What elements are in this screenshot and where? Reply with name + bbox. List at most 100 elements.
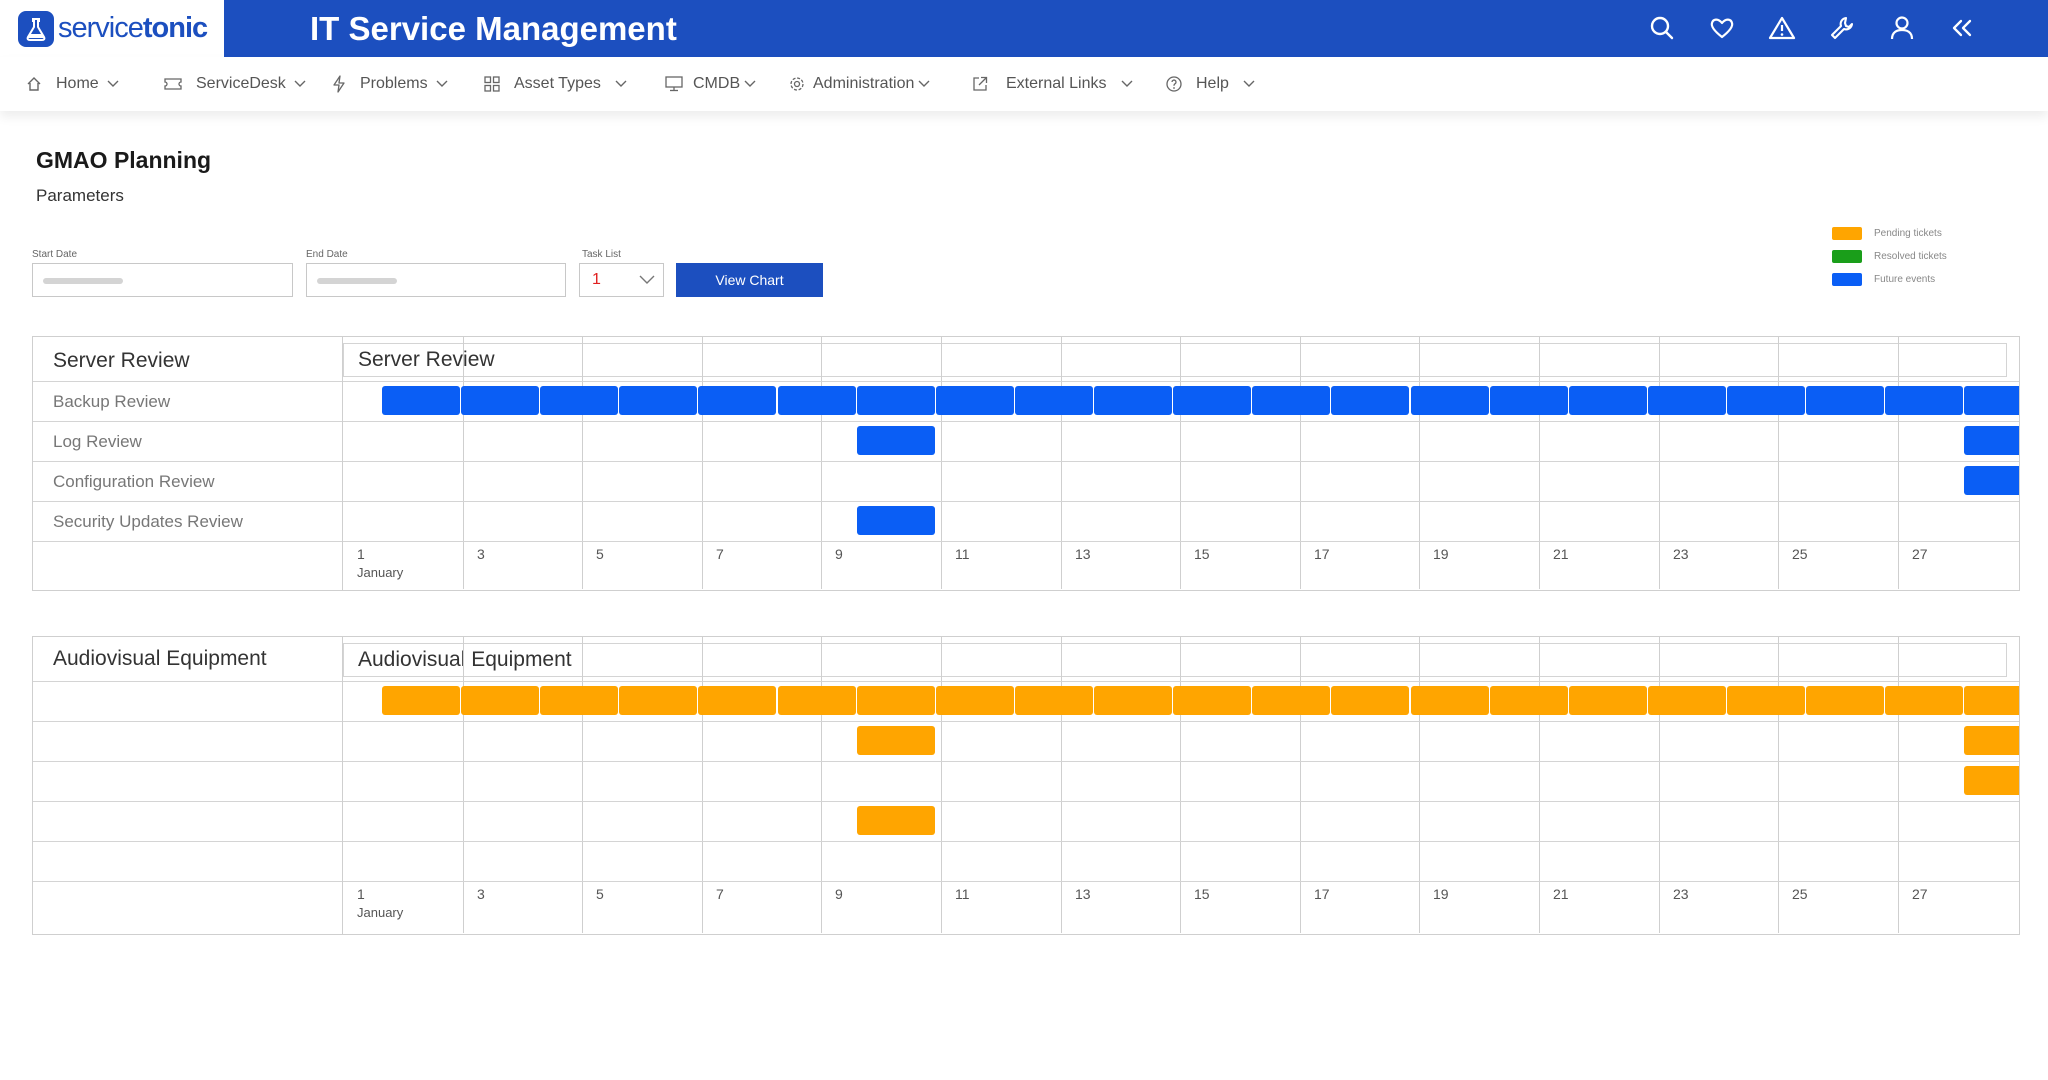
gantt-bar[interactable] <box>1173 386 1251 415</box>
view-chart-button[interactable]: View Chart <box>676 263 823 297</box>
gantt-bar[interactable] <box>382 686 460 715</box>
gantt-bar[interactable] <box>1490 686 1568 715</box>
grid-row-line <box>33 461 342 462</box>
nav-help[interactable]: Help <box>1166 57 1255 111</box>
gantt-timeline: Audiovisual Equipment 1 3 5 7 9 11 13 15 17 19 21 2… <box>343 637 2019 934</box>
gantt-bar[interactable] <box>1252 686 1330 715</box>
gantt-bar[interactable] <box>1727 686 1805 715</box>
start-date-input[interactable] <box>32 263 293 297</box>
gantt-bar[interactable] <box>1964 686 2019 715</box>
gantt-bar[interactable] <box>1569 686 1647 715</box>
legend-item: Pending tickets <box>1832 222 1947 245</box>
gantt-bar[interactable] <box>857 686 935 715</box>
nav-problems[interactable]: Problems <box>332 57 448 111</box>
input-placeholder <box>317 278 397 284</box>
gantt-bar[interactable] <box>1331 386 1409 415</box>
gantt-bar[interactable] <box>1964 726 2019 755</box>
nav-asset-types[interactable]: Asset Types <box>484 57 627 111</box>
brand-logo[interactable]: servicetonic <box>0 0 224 57</box>
nav-external-links-label: External Links <box>1006 75 1107 92</box>
gantt-bar[interactable] <box>540 686 618 715</box>
axis-tick-label: 27 <box>1912 546 1928 562</box>
task-list-select[interactable]: 1 <box>579 263 664 297</box>
grid-column-line <box>1419 337 1420 589</box>
grid-row-line <box>33 501 342 502</box>
nav-servicedesk[interactable]: ServiceDesk <box>164 57 306 111</box>
gantt-bar[interactable] <box>1252 386 1330 415</box>
monitor-icon <box>665 76 683 92</box>
gantt-bar[interactable] <box>540 386 618 415</box>
grid-row-line <box>343 721 2019 722</box>
axis-tick-label: 25 <box>1792 546 1808 562</box>
brand-name: servicetonic <box>58 12 208 44</box>
gantt-bar[interactable] <box>857 806 935 835</box>
grid-row-line <box>343 681 2019 682</box>
gantt-bar[interactable] <box>1806 686 1884 715</box>
gantt-bar[interactable] <box>1964 466 2019 495</box>
gantt-bar[interactable] <box>857 426 935 455</box>
wrench-icon[interactable] <box>1826 12 1858 44</box>
axis-tick-label: 9 <box>835 886 843 902</box>
gantt-bar[interactable] <box>1490 386 1568 415</box>
gantt-bar[interactable] <box>1964 386 2019 415</box>
gantt-bar[interactable] <box>1015 386 1093 415</box>
axis-tick-label: 11 <box>955 546 970 562</box>
gantt-bar[interactable] <box>857 726 935 755</box>
gantt-bar[interactable] <box>1727 386 1805 415</box>
gantt-bar[interactable] <box>698 386 776 415</box>
nav-cmdb[interactable]: CMDB <box>665 57 756 111</box>
axis-tick-label: 7 <box>716 886 724 902</box>
user-icon[interactable] <box>1886 12 1918 44</box>
chevron-down-icon <box>918 80 930 88</box>
collapse-icon[interactable] <box>1946 12 1978 44</box>
grid-row-line <box>343 461 2019 462</box>
gantt-bar[interactable] <box>1885 686 1963 715</box>
gantt-timeline: Server Review 1 3 5 7 9 11 13 15 17 19 21 23 25 27 Jan… <box>343 337 2019 590</box>
gantt-bar[interactable] <box>1964 766 2019 795</box>
gantt-bar[interactable] <box>619 686 697 715</box>
gantt-bar[interactable] <box>936 686 1014 715</box>
gantt-bar[interactable] <box>1806 386 1884 415</box>
nav-external-links[interactable]: External Links <box>972 57 1133 111</box>
axis-tick-label: 3 <box>477 886 485 902</box>
warning-icon[interactable] <box>1766 12 1798 44</box>
gantt-bar[interactable] <box>1964 426 2019 455</box>
gantt-bar[interactable] <box>1885 386 1963 415</box>
grid-row-line <box>343 761 2019 762</box>
header-actions <box>1646 12 1978 44</box>
axis-month-label: January <box>357 565 404 580</box>
gantt-bar[interactable] <box>382 386 460 415</box>
gantt-bar[interactable] <box>1411 686 1489 715</box>
gantt-bar[interactable] <box>778 686 856 715</box>
gantt-bar[interactable] <box>698 686 776 715</box>
gantt-bar[interactable] <box>1648 686 1726 715</box>
app-title: IT Service Management <box>310 10 677 47</box>
gantt-bar[interactable] <box>1648 386 1726 415</box>
gantt-bar[interactable] <box>936 386 1014 415</box>
legend-label: Future events <box>1874 274 1936 285</box>
search-icon[interactable] <box>1646 12 1678 44</box>
gantt-bar[interactable] <box>1015 686 1093 715</box>
end-date-input[interactable] <box>306 263 566 297</box>
gantt-bar[interactable] <box>461 386 539 415</box>
gantt-bar[interactable] <box>1331 686 1409 715</box>
gantt-bar[interactable] <box>1094 686 1172 715</box>
nav-home[interactable]: Home <box>26 57 119 111</box>
gantt-bar[interactable] <box>1173 686 1251 715</box>
gantt-bar[interactable] <box>857 506 935 535</box>
gantt-bar[interactable] <box>778 386 856 415</box>
legend-label: Pending tickets <box>1874 228 1942 239</box>
chevron-down-icon <box>1121 80 1133 88</box>
grid-column-line <box>1061 337 1062 589</box>
gantt-bar[interactable] <box>1094 386 1172 415</box>
task-list-label: Task List <box>582 249 621 260</box>
gantt-bar[interactable] <box>1411 386 1489 415</box>
gantt-bar[interactable] <box>857 386 935 415</box>
heart-icon[interactable] <box>1706 12 1738 44</box>
gantt-bar[interactable] <box>1569 386 1647 415</box>
gantt-bar[interactable] <box>619 386 697 415</box>
gantt-bar[interactable] <box>461 686 539 715</box>
gear-icon <box>789 76 805 92</box>
nav-servicedesk-label: ServiceDesk <box>196 75 286 92</box>
nav-administration[interactable]: Administration <box>789 57 930 111</box>
